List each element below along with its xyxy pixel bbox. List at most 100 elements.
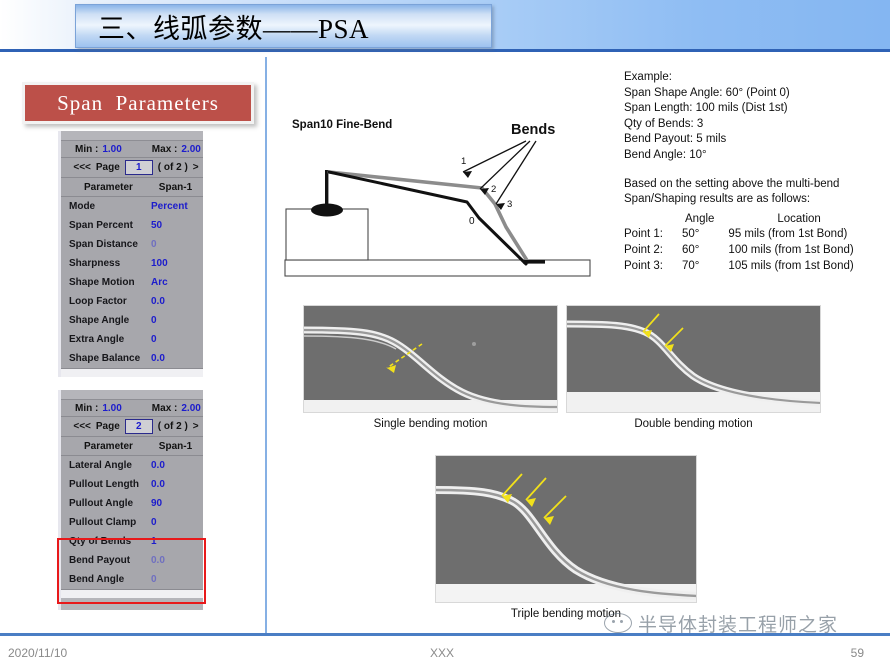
results-col-angle: Angle — [685, 212, 715, 225]
results-location-value: 105 mils (from 1st Bond) — [728, 259, 854, 272]
panel2-page-total: ( of 2 ) — [157, 421, 188, 432]
panel2-row-value[interactable]: 0 — [151, 517, 157, 528]
panel2-row-label: Lateral Angle — [69, 460, 132, 471]
micrograph-single-image — [303, 305, 558, 413]
panel2-row-value[interactable]: 0.0 — [151, 479, 165, 490]
panel1-row[interactable]: Loop Factor 0.0 — [61, 292, 203, 311]
panel2-row-label: Pullout Clamp — [69, 517, 137, 528]
bend-rows-highlight — [57, 538, 206, 604]
panel1-row[interactable]: Span Distance 0 — [61, 235, 203, 254]
panel2-pager-row[interactable]: <<< Page 2 ( of 2 ) > — [61, 417, 203, 437]
micrograph-double-caption: Double bending motion — [634, 418, 753, 430]
panel1-row-value[interactable]: Percent — [151, 201, 188, 212]
panel1-page-word: Page — [95, 162, 120, 173]
panel1-row[interactable]: Span Percent 50 — [61, 216, 203, 235]
results-angle-value: 60° — [682, 243, 700, 256]
panel2-max-label: Max : — [151, 402, 178, 414]
span-parameters-caption-text: Span Parameters — [57, 90, 219, 115]
span-parameters-caption-box: Span Parameters — [25, 85, 251, 121]
panel1-max-value: 2.00 — [181, 143, 201, 155]
panel1-row-label: Span Percent — [69, 220, 133, 231]
results-table-body: Point 1: 50° 95 mils (from 1st Bond) Point … — [624, 227, 858, 274]
panel1-row-label: Sharpness — [69, 258, 121, 269]
example-line-1: Span Shape Angle: 60° (Point 0) — [624, 86, 790, 99]
panel1-page-input[interactable]: 1 — [124, 160, 153, 175]
micrograph-double: Double bending motion — [566, 305, 821, 430]
watermark-face-icon — [604, 613, 632, 633]
results-angle-value: 50° — [682, 228, 700, 241]
panel1-row-label: Shape Angle — [69, 315, 130, 326]
panel1-column-header: Parameter Span-1 — [61, 178, 203, 197]
panel1-row[interactable]: Shape Balance 0.0 — [61, 349, 203, 368]
panel2-top-strip — [61, 390, 203, 400]
panel2-row-label: Pullout Length — [69, 479, 139, 490]
results-table: Angle Location Point 1: 50° 95 mils (from … — [624, 212, 858, 274]
panel1-row[interactable]: Mode Percent — [61, 197, 203, 216]
micrograph-double-image — [566, 305, 821, 413]
panel1-row-label: Mode — [69, 201, 96, 212]
panel2-row[interactable]: Pullout Angle 90 — [61, 494, 203, 513]
micrograph-single: Single bending motion — [303, 305, 558, 430]
panel1-row[interactable]: Sharpness 100 — [61, 254, 203, 273]
panel1-row-label: Span Distance — [69, 239, 138, 250]
panel1-min-label: Min : — [75, 143, 99, 155]
results-table-row: Point 3: 70° 105 mils (from 1st Bond) — [624, 259, 858, 275]
panel2-row[interactable]: Lateral Angle 0.0 — [61, 456, 203, 475]
panel1-bottom-strip[interactable] — [61, 368, 203, 377]
panel1-row[interactable]: Extra Angle 0 — [61, 330, 203, 349]
panel2-max-value: 2.00 — [181, 402, 201, 414]
diagram-marker-3: 3 — [507, 199, 512, 210]
span-parameters-panel-page1[interactable]: Min : 1.00 Max : 2.00 <<< Page 1 ( of 2 … — [58, 131, 203, 377]
footer-rule — [0, 633, 890, 636]
panel1-row-value[interactable]: 0.0 — [151, 296, 165, 307]
header-divider-rule — [0, 49, 890, 52]
results-point-label: Point 2: — [624, 243, 663, 256]
column-divider — [265, 57, 267, 635]
panel2-next-page-button[interactable]: > — [193, 421, 199, 432]
panel2-col-parameter: Parameter — [84, 440, 133, 452]
panel1-page-total: ( of 2 ) — [157, 162, 188, 173]
panel2-min-label: Min : — [75, 402, 99, 414]
panel2-page-word: Page — [95, 421, 120, 432]
panel1-row-label: Loop Factor — [69, 296, 127, 307]
example-note-line-0: Based on the setting above the multi-ben… — [624, 177, 840, 190]
micrograph-triple-image — [435, 455, 697, 603]
panel1-min-value: 1.00 — [102, 143, 122, 155]
panel1-row-value[interactable]: 0.0 — [151, 353, 165, 364]
panel1-row-value[interactable]: 0 — [151, 334, 157, 345]
panel1-row-value[interactable]: 50 — [151, 220, 162, 231]
results-location-value: 100 mils (from 1st Bond) — [728, 243, 854, 256]
panel1-row-value[interactable]: 100 — [151, 258, 168, 269]
panel1-row-value[interactable]: Arc — [151, 277, 168, 288]
panel1-rows-container: Mode Percent Span Percent 50 Span Distance 0 S… — [61, 197, 203, 368]
footer-date: 2020/11/10 — [8, 646, 68, 660]
micrograph-triple: Triple bending motion — [435, 455, 697, 620]
panel1-row[interactable]: Shape Angle 0 — [61, 311, 203, 330]
panel2-minmax-row: Min : 1.00 Max : 2.00 — [61, 400, 203, 417]
wire-bond-diagram: Bends 1 2 3 0 — [284, 122, 591, 277]
diagram-marker-1: 1 — [461, 156, 466, 167]
results-point-label: Point 1: — [624, 228, 663, 241]
panel2-page-input[interactable]: 2 — [124, 419, 153, 434]
diagram-marker-0: 0 — [469, 216, 475, 227]
panel-top-strip — [61, 131, 203, 141]
example-line-2: Span Length: 100 mils (Dist 1st) — [624, 102, 788, 115]
panel2-row[interactable]: Pullout Clamp 0 — [61, 513, 203, 532]
panel1-row-value[interactable]: 0 — [151, 239, 157, 250]
results-table-header-row: Angle Location — [624, 212, 858, 228]
panel1-row[interactable]: Shape Motion Arc — [61, 273, 203, 292]
panel2-prev-page-button[interactable]: <<< — [73, 421, 91, 432]
panel1-col-span: Span-1 — [158, 181, 193, 193]
results-col-point — [624, 212, 667, 228]
panel1-prev-page-button[interactable]: <<< — [73, 162, 91, 173]
panel2-row[interactable]: Pullout Length 0.0 — [61, 475, 203, 494]
panel2-row-value[interactable]: 0.0 — [151, 460, 165, 471]
panel2-row-value[interactable]: 90 — [151, 498, 162, 509]
panel1-row-value[interactable]: 0 — [151, 315, 157, 326]
panel2-column-header: Parameter Span-1 — [61, 437, 203, 456]
panel2-min-value: 1.00 — [102, 402, 122, 414]
panel1-row-label: Extra Angle — [69, 334, 125, 345]
panel1-next-page-button[interactable]: > — [193, 162, 199, 173]
diagram-marker-2: 2 — [491, 184, 496, 195]
panel1-pager-row[interactable]: <<< Page 1 ( of 2 ) > — [61, 158, 203, 178]
